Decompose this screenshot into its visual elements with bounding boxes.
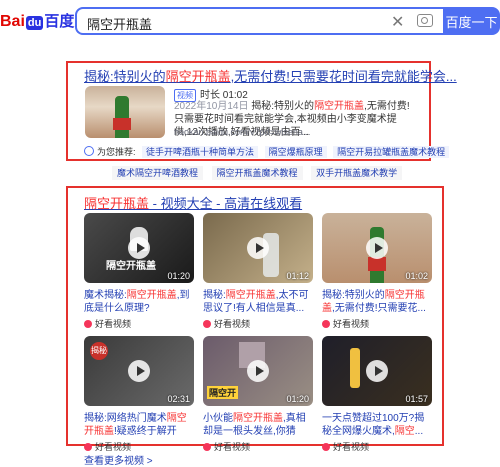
- search-input[interactable]: 隔空开瓶盖 ✕: [75, 7, 443, 35]
- rec-link-3[interactable]: 隔空开易拉罐瓶盖魔术教程: [333, 146, 450, 158]
- logo-cn: 百度: [44, 13, 75, 30]
- rec-link-1[interactable]: 徒手开啤酒瓶十种简单方法: [142, 146, 259, 158]
- video-card-2[interactable]: 01:12 揭秘:隔空开瓶盖,太不可思议了!有人相信是真... 好看视频: [203, 213, 313, 330]
- video-title: 一天点赞超过100万?揭秘全网爆火魔术,隔空...: [322, 413, 425, 437]
- result-1-title[interactable]: 揭秘:特别火的隔空开瓶盖,无需付费!只需要花时间看完就能学会...: [84, 66, 457, 85]
- video-card-6[interactable]: 01:57 一天点赞超过100万?揭秘全网爆火魔术,隔空... 好看视频: [322, 336, 432, 453]
- duration: 02:31: [167, 394, 190, 404]
- recommend-icon: [84, 146, 94, 156]
- video-source: 好看视频: [84, 317, 194, 330]
- more-videos-link[interactable]: 查看更多视频 >: [84, 452, 153, 467]
- video-thumbnail[interactable]: 隔空开瓶盖 01:20: [84, 213, 194, 283]
- haokan-icon: [203, 443, 211, 451]
- logo-bai: Bai: [0, 13, 25, 30]
- haokan-icon: [84, 320, 92, 328]
- duration: 01:20: [167, 271, 190, 281]
- video-card-3[interactable]: 01:02 揭秘:特别火的隔空开瓶盖,无需付费!只需要花... 好看视频: [322, 213, 432, 330]
- haokan-icon: [84, 443, 92, 451]
- video-thumbnail[interactable]: 揭秘 02:31: [84, 336, 194, 406]
- logo-du: du: [25, 16, 44, 30]
- video-source: 好看视频: [203, 317, 313, 330]
- related-item-3[interactable]: 双手开瓶盖魔术教学: [311, 166, 403, 180]
- video-thumbnail[interactable]: 隔空开 01:20: [203, 336, 313, 406]
- video-source: 好看视频: [322, 440, 432, 453]
- result-2-title[interactable]: 隔空开瓶盖 - 视频大全 - 高清在线观看: [84, 193, 302, 212]
- close-icon[interactable]: ✕: [391, 12, 404, 32]
- baidu-logo[interactable]: Bai du 百度: [0, 10, 74, 32]
- rec-link-2[interactable]: 隔空爆瓶原理: [264, 146, 327, 158]
- video-card-1[interactable]: 隔空开瓶盖 01:20 魔术揭秘:隔空开瓶盖,到底是什么原理? 好看视频: [84, 213, 194, 330]
- duration: 01:12: [286, 271, 309, 281]
- video-thumbnail[interactable]: 01:12: [203, 213, 313, 283]
- related-searches: 魔术隔空开啤酒教程 隔空开瓶盖魔术教程 双手开瓶盖魔术教学: [112, 166, 408, 180]
- video-source: 好看视频: [203, 440, 313, 453]
- video-title: 揭秘:隔空开瓶盖,太不可思议了!有人相信是真...: [203, 290, 309, 314]
- haokan-icon: [322, 443, 330, 451]
- video-card-5[interactable]: 隔空开 01:20 小伙能隔空开瓶盖,真相却是一根头发丝,你猜是... 好看视频: [203, 336, 313, 453]
- play-icon: [128, 237, 150, 259]
- video-thumbnail[interactable]: 01:02: [322, 213, 432, 283]
- video-title: 小伙能隔空开瓶盖,真相却是一根头发丝,你猜是...: [203, 413, 306, 437]
- play-icon: [247, 360, 269, 382]
- duration: 01:20: [286, 394, 309, 404]
- related-item-2[interactable]: 隔空开瓶盖魔术教程: [211, 166, 303, 180]
- related-item-1[interactable]: 魔术隔空开啤酒教程: [112, 166, 204, 180]
- duration: 01:02: [405, 271, 428, 281]
- top-bar: Bai du 百度 隔空开瓶盖 ✕ 百度一下: [0, 0, 500, 42]
- camera-icon[interactable]: [417, 14, 433, 27]
- video-title: 揭秘:网络热门魔术隔空开瓶盖!疑惑终于解开: [84, 413, 187, 437]
- search-button[interactable]: 百度一下: [443, 7, 500, 35]
- video-source: 好看视频: [322, 317, 432, 330]
- video-title: 揭秘:特别火的隔空开瓶盖,无需付费!只需要花...: [322, 290, 426, 314]
- search-query: 隔空开瓶盖: [87, 17, 153, 32]
- duration: 01:57: [405, 394, 428, 404]
- video-title: 魔术揭秘:隔空开瓶盖,到底是什么原理?: [84, 290, 190, 314]
- result-1-thumbnail[interactable]: [85, 86, 165, 138]
- recommend-row: 为您推荐: 徒手开啤酒瓶十种简单方法 隔空爆瓶原理 隔空开易拉罐瓶盖魔术教程: [84, 145, 450, 158]
- play-icon: [247, 237, 269, 259]
- play-icon: [366, 237, 388, 259]
- play-icon: [366, 360, 388, 382]
- result-1-url[interactable]: haokan.baidu.com/v?pd=wisena...: [174, 127, 310, 137]
- haokan-icon: [322, 320, 330, 328]
- haokan-icon: [203, 320, 211, 328]
- video-card-4[interactable]: 揭秘 02:31 揭秘:网络热门魔术隔空开瓶盖!疑惑终于解开 好看视频: [84, 336, 194, 453]
- play-icon: [128, 360, 150, 382]
- video-thumbnail[interactable]: 01:57: [322, 336, 432, 406]
